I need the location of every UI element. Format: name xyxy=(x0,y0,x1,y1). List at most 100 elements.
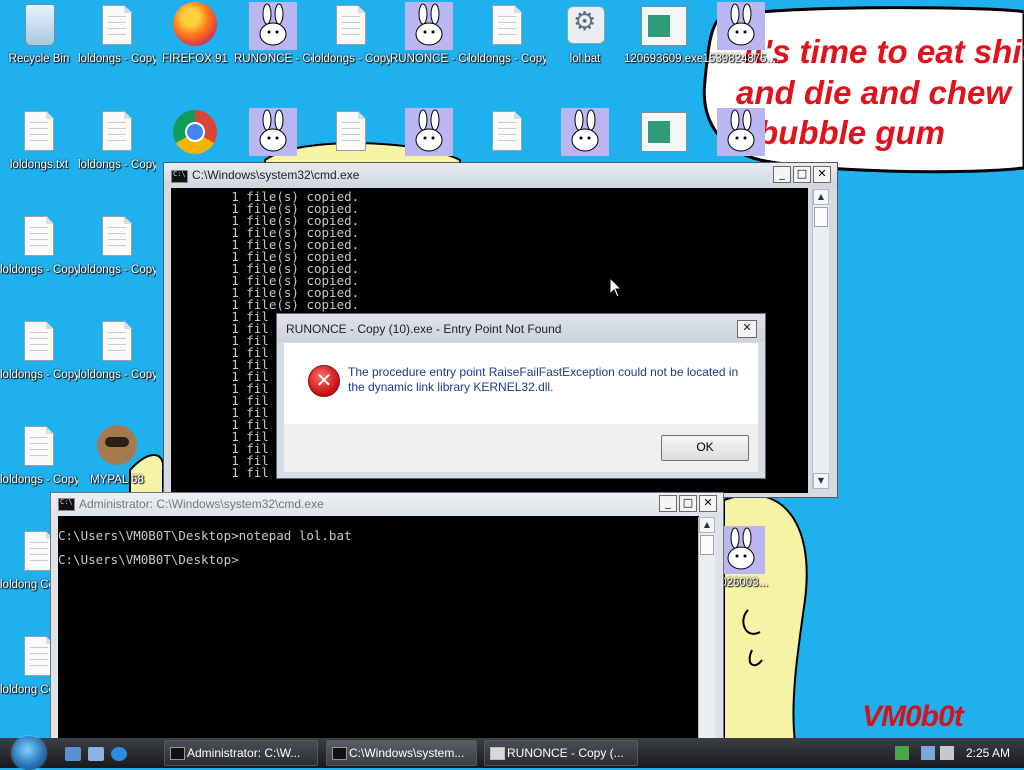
desktop-icon[interactable]: loldongs - Copy.txt xyxy=(0,213,78,278)
volume-muted-icon[interactable] xyxy=(940,746,954,760)
error-dialog-titlebar[interactable]: RUNONCE - Copy (10).exe - Entry Point No… xyxy=(277,314,765,342)
admin-cmd-scrollbar[interactable]: ▲ xyxy=(698,517,715,739)
desktop-icon-label: FIREFOX 91 xyxy=(162,53,228,65)
desktop-icon[interactable]: loldongs - Copy (3 xyxy=(0,423,78,488)
minimize-button[interactable]: _ xyxy=(773,166,791,183)
minimize-button[interactable]: _ xyxy=(659,495,677,512)
text-file-icon xyxy=(483,2,531,50)
taskbar-item-label: Administrator: C:\W... xyxy=(187,746,301,760)
desktop-icon[interactable]: RUNONCE - Copy (5).exe xyxy=(234,2,312,67)
cmd-window-titlebar[interactable]: C:\Windows\system32\cmd.exe _ □ ✕ xyxy=(164,163,837,187)
scroll-up-arrow-icon[interactable]: ▲ xyxy=(813,189,829,205)
text-file-icon xyxy=(93,213,141,261)
maximize-button[interactable]: □ xyxy=(793,166,811,183)
error-dialog-body: ✕ The procedure entry point RaiseFailFas… xyxy=(284,343,758,424)
firefox-icon xyxy=(171,2,219,50)
desktop-icon-label: loldongs - Copy (2).txt xyxy=(0,369,78,381)
taskbar: Administrator: C:\W... C:\Windows\system… xyxy=(0,736,1024,770)
network-tray-icon[interactable] xyxy=(895,746,909,760)
batch-file-icon xyxy=(561,2,609,50)
text-file-icon xyxy=(93,108,141,156)
windows-logo-icon xyxy=(12,736,46,770)
scroll-up-arrow-icon[interactable]: ▲ xyxy=(699,517,715,533)
desktop-icon-label: loldongs - Copy (8).txt xyxy=(78,264,156,276)
bunny-exe-icon xyxy=(249,2,297,50)
maximize-button[interactable]: □ xyxy=(679,495,697,512)
desktop-icon[interactable]: loldongs - Copy (4)... xyxy=(468,2,546,67)
desktop-icon-label: Recycle Bin xyxy=(8,53,70,65)
text-file-icon xyxy=(15,423,63,471)
desktop-icon[interactable]: MYPAL 68 xyxy=(78,423,156,488)
internet-explorer-icon[interactable] xyxy=(111,747,127,761)
ok-button[interactable]: OK xyxy=(661,435,749,461)
error-icon: ✕ xyxy=(308,365,340,397)
close-button[interactable]: ✕ xyxy=(813,166,831,183)
desktop-icon[interactable] xyxy=(702,108,780,158)
desktop-icon[interactable] xyxy=(390,108,468,158)
desktop-icon-label: loldongs - Copy (9).txt xyxy=(78,369,156,381)
start-button[interactable] xyxy=(8,736,50,770)
desktop-icon-label: lol.bat xyxy=(569,53,601,65)
taskbar-item-label: RUNONCE - Copy (... xyxy=(507,746,624,760)
desktop-icon[interactable]: lol.bat xyxy=(546,2,624,67)
text-file-icon xyxy=(93,318,141,366)
cmd-window-scrollbar[interactable]: ▲ ▼ xyxy=(812,189,829,489)
desktop-icon[interactable]: loldongs - Copy (8)... xyxy=(312,2,390,67)
console-prompt: C:\Users\VM0B0T\Desktop> xyxy=(58,552,239,567)
desktop-icon-label: 120693609.exe xyxy=(624,53,702,65)
desktop-icon[interactable]: RUNONCE - Copy (2) -... xyxy=(390,2,468,67)
speech-bubble-line-2: and die and chew xyxy=(736,74,1012,111)
text-file-icon xyxy=(15,213,63,261)
desktop-icon[interactable] xyxy=(546,108,624,158)
application-icon xyxy=(490,747,505,760)
console-icon xyxy=(332,747,347,760)
desktop-icon[interactable]: loldongs - Copy (2).txt xyxy=(0,318,78,383)
taskbar-clock[interactable]: 2:25 AM xyxy=(966,738,1010,768)
desktop-icon-label: MYPAL 68 xyxy=(90,474,144,486)
desktop-icon[interactable]: loldongs.txt xyxy=(0,108,78,173)
admin-cmd-console[interactable]: C:\Users\VM0B0T\Desktop>notepad lol.bat C… xyxy=(58,516,699,746)
desktop-icon[interactable]: Recycle Bin xyxy=(0,2,78,67)
close-button[interactable]: ✕ xyxy=(737,320,757,338)
exe-icon xyxy=(639,2,687,50)
desktop-icon[interactable] xyxy=(312,108,390,158)
scroll-down-arrow-icon[interactable]: ▼ xyxy=(813,473,829,489)
desktop-icon[interactable]: loldongs - Copy (9).txt xyxy=(78,318,156,383)
desktop-icon[interactable] xyxy=(468,108,546,158)
taskbar-item-admin-cmd[interactable]: Administrator: C:\W... xyxy=(164,740,318,766)
taskbar-item-cmd[interactable]: C:\Windows\system... xyxy=(326,740,477,766)
text-file-icon xyxy=(483,108,531,156)
desktop-icon[interactable]: loldongs - Copy (6).txt xyxy=(78,2,156,67)
taskbar-item-error-dialog[interactable]: RUNONCE - Copy (... xyxy=(484,740,638,766)
desktop-icon-label: loldongs - Copy (4)... xyxy=(468,53,546,65)
desktop-icon[interactable]: loldongs - Copy (8).txt xyxy=(78,213,156,278)
switch-windows-icon[interactable] xyxy=(88,747,104,761)
admin-cmd-window-titlebar[interactable]: Administrator: C:\Windows\system32\cmd.e… xyxy=(51,493,723,517)
cmd-window-title: C:\Windows\system32\cmd.exe xyxy=(192,168,360,182)
desktop-icon[interactable]: 120693609.exe xyxy=(624,2,702,67)
scroll-thumb[interactable] xyxy=(700,535,714,555)
wallpaper-signature: VM0b0t xyxy=(862,700,964,733)
recycle-bin-icon xyxy=(15,2,63,50)
bunny-exe-icon xyxy=(405,2,453,50)
desktop-icon[interactable]: FIREFOX 91 xyxy=(156,2,234,67)
desktop-icon-label: loldongs - Copy (8)... xyxy=(312,53,390,65)
desktop-icon[interactable]: loldongs - Copy (7).txt xyxy=(78,108,156,173)
bunny-exe-icon xyxy=(405,108,453,156)
admin-cmd-window[interactable]: Administrator: C:\Windows\system32\cmd.e… xyxy=(50,492,724,746)
show-desktop-icon[interactable] xyxy=(65,747,81,761)
desktop-icon[interactable] xyxy=(234,108,312,158)
bunny-exe-icon xyxy=(561,108,609,156)
network-connection-icon[interactable] xyxy=(921,746,935,760)
text-file-icon xyxy=(93,2,141,50)
desktop-icon[interactable]: 1539824875.... xyxy=(702,2,780,67)
speech-bubble-line-1: it's time to eat shit xyxy=(744,33,1024,70)
close-button[interactable]: ✕ xyxy=(699,495,717,512)
error-dialog[interactable]: RUNONCE - Copy (10).exe - Entry Point No… xyxy=(276,313,766,479)
desktop-icon[interactable] xyxy=(624,108,702,158)
desktop-icon[interactable] xyxy=(156,108,234,158)
bunny-exe-icon xyxy=(717,108,765,156)
scroll-thumb[interactable] xyxy=(814,207,828,227)
text-file-icon xyxy=(15,108,63,156)
text-file-icon xyxy=(15,318,63,366)
